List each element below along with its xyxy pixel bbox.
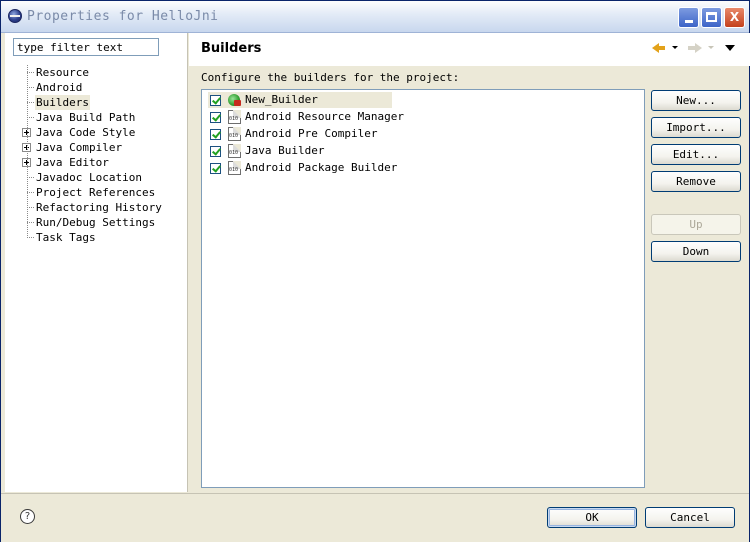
builder-row[interactable]: New_Builder bbox=[208, 92, 392, 108]
tree-item[interactable]: Builders bbox=[35, 95, 90, 110]
window-title: Properties for HelloJni bbox=[27, 9, 219, 24]
tree-connector bbox=[27, 200, 35, 215]
help-icon[interactable]: ? bbox=[20, 509, 35, 524]
tree-item[interactable]: Project References bbox=[35, 185, 156, 200]
back-arrow-icon[interactable] bbox=[652, 42, 666, 54]
binary-builder-icon bbox=[228, 127, 241, 141]
binary-builder-icon bbox=[228, 110, 241, 124]
tree-connector bbox=[27, 230, 35, 245]
builder-name: Android Resource Manager bbox=[245, 110, 404, 123]
builder-enabled-checkbox[interactable] bbox=[210, 146, 221, 157]
tree-connector bbox=[27, 215, 35, 230]
new-builder-button[interactable]: New... bbox=[651, 90, 741, 111]
tree-item[interactable]: Refactoring History bbox=[35, 200, 163, 215]
tree-item[interactable]: Java Code Style bbox=[35, 125, 136, 140]
cancel-button[interactable]: Cancel bbox=[645, 507, 735, 528]
remove-builder-button[interactable]: Remove bbox=[651, 171, 741, 192]
forward-arrow-icon bbox=[688, 42, 702, 54]
tree-connector bbox=[27, 65, 35, 80]
view-menu-chevron-down-icon[interactable] bbox=[725, 45, 735, 51]
builder-enabled-checkbox[interactable] bbox=[210, 129, 221, 140]
builder-name: Java Builder bbox=[245, 144, 325, 157]
import-builder-button[interactable]: Import... bbox=[651, 117, 741, 138]
builder-name: Android Package Builder bbox=[245, 161, 398, 174]
tree-item[interactable]: Javadoc Location bbox=[35, 170, 143, 185]
builder-name: Android Pre Compiler bbox=[245, 127, 378, 140]
tree-connector bbox=[27, 80, 35, 95]
properties-dialog: Properties for HelloJni X ResourceAndroi… bbox=[0, 0, 750, 542]
sidebar: ResourceAndroidBuildersJava Build PathJa… bbox=[5, 33, 188, 492]
tree-connector bbox=[27, 95, 35, 110]
builder-enabled-checkbox[interactable] bbox=[210, 112, 221, 123]
maximize-icon bbox=[706, 12, 717, 22]
tree-item[interactable]: Java Build Path bbox=[35, 110, 136, 125]
tree-item[interactable]: Android bbox=[35, 80, 83, 95]
eclipse-icon bbox=[8, 9, 22, 23]
edit-builder-button[interactable]: Edit... bbox=[651, 144, 741, 165]
minimize-icon bbox=[684, 20, 693, 23]
tree-connector bbox=[27, 110, 35, 125]
move-up-button[interactable]: Up bbox=[651, 214, 741, 235]
filter-input[interactable] bbox=[13, 38, 159, 56]
tree-item[interactable]: Java Editor bbox=[35, 155, 110, 170]
tree-connector bbox=[27, 185, 35, 200]
move-down-button[interactable]: Down bbox=[651, 241, 741, 262]
binary-builder-icon bbox=[228, 144, 241, 158]
ok-button[interactable]: OK bbox=[547, 507, 637, 528]
builders-description: Configure the builders for the project: bbox=[201, 71, 460, 84]
external-builder-icon bbox=[228, 94, 241, 106]
tree-item[interactable]: Java Compiler bbox=[35, 140, 123, 155]
tree-item[interactable]: Resource bbox=[35, 65, 90, 80]
minimize-button[interactable] bbox=[678, 7, 699, 28]
builder-name: New_Builder bbox=[245, 93, 318, 106]
tree-item[interactable]: Run/Debug Settings bbox=[35, 215, 156, 230]
tree-connector bbox=[27, 170, 35, 185]
builders-list[interactable]: New_Builder Android Resource Manager Andro… bbox=[201, 89, 645, 488]
tree-item[interactable]: Task Tags bbox=[35, 230, 97, 245]
maximize-button[interactable] bbox=[701, 7, 722, 28]
page-title: Builders bbox=[201, 41, 262, 56]
binary-builder-icon bbox=[228, 161, 241, 175]
builder-enabled-checkbox[interactable] bbox=[210, 95, 221, 106]
back-history-chevron-down-icon[interactable] bbox=[672, 46, 678, 49]
builder-enabled-checkbox[interactable] bbox=[210, 163, 221, 174]
forward-history-chevron-down-icon bbox=[708, 46, 714, 49]
title-bar[interactable]: Properties for HelloJni X bbox=[1, 1, 749, 33]
close-button[interactable]: X bbox=[724, 7, 745, 28]
tree-guide-line bbox=[27, 65, 28, 238]
